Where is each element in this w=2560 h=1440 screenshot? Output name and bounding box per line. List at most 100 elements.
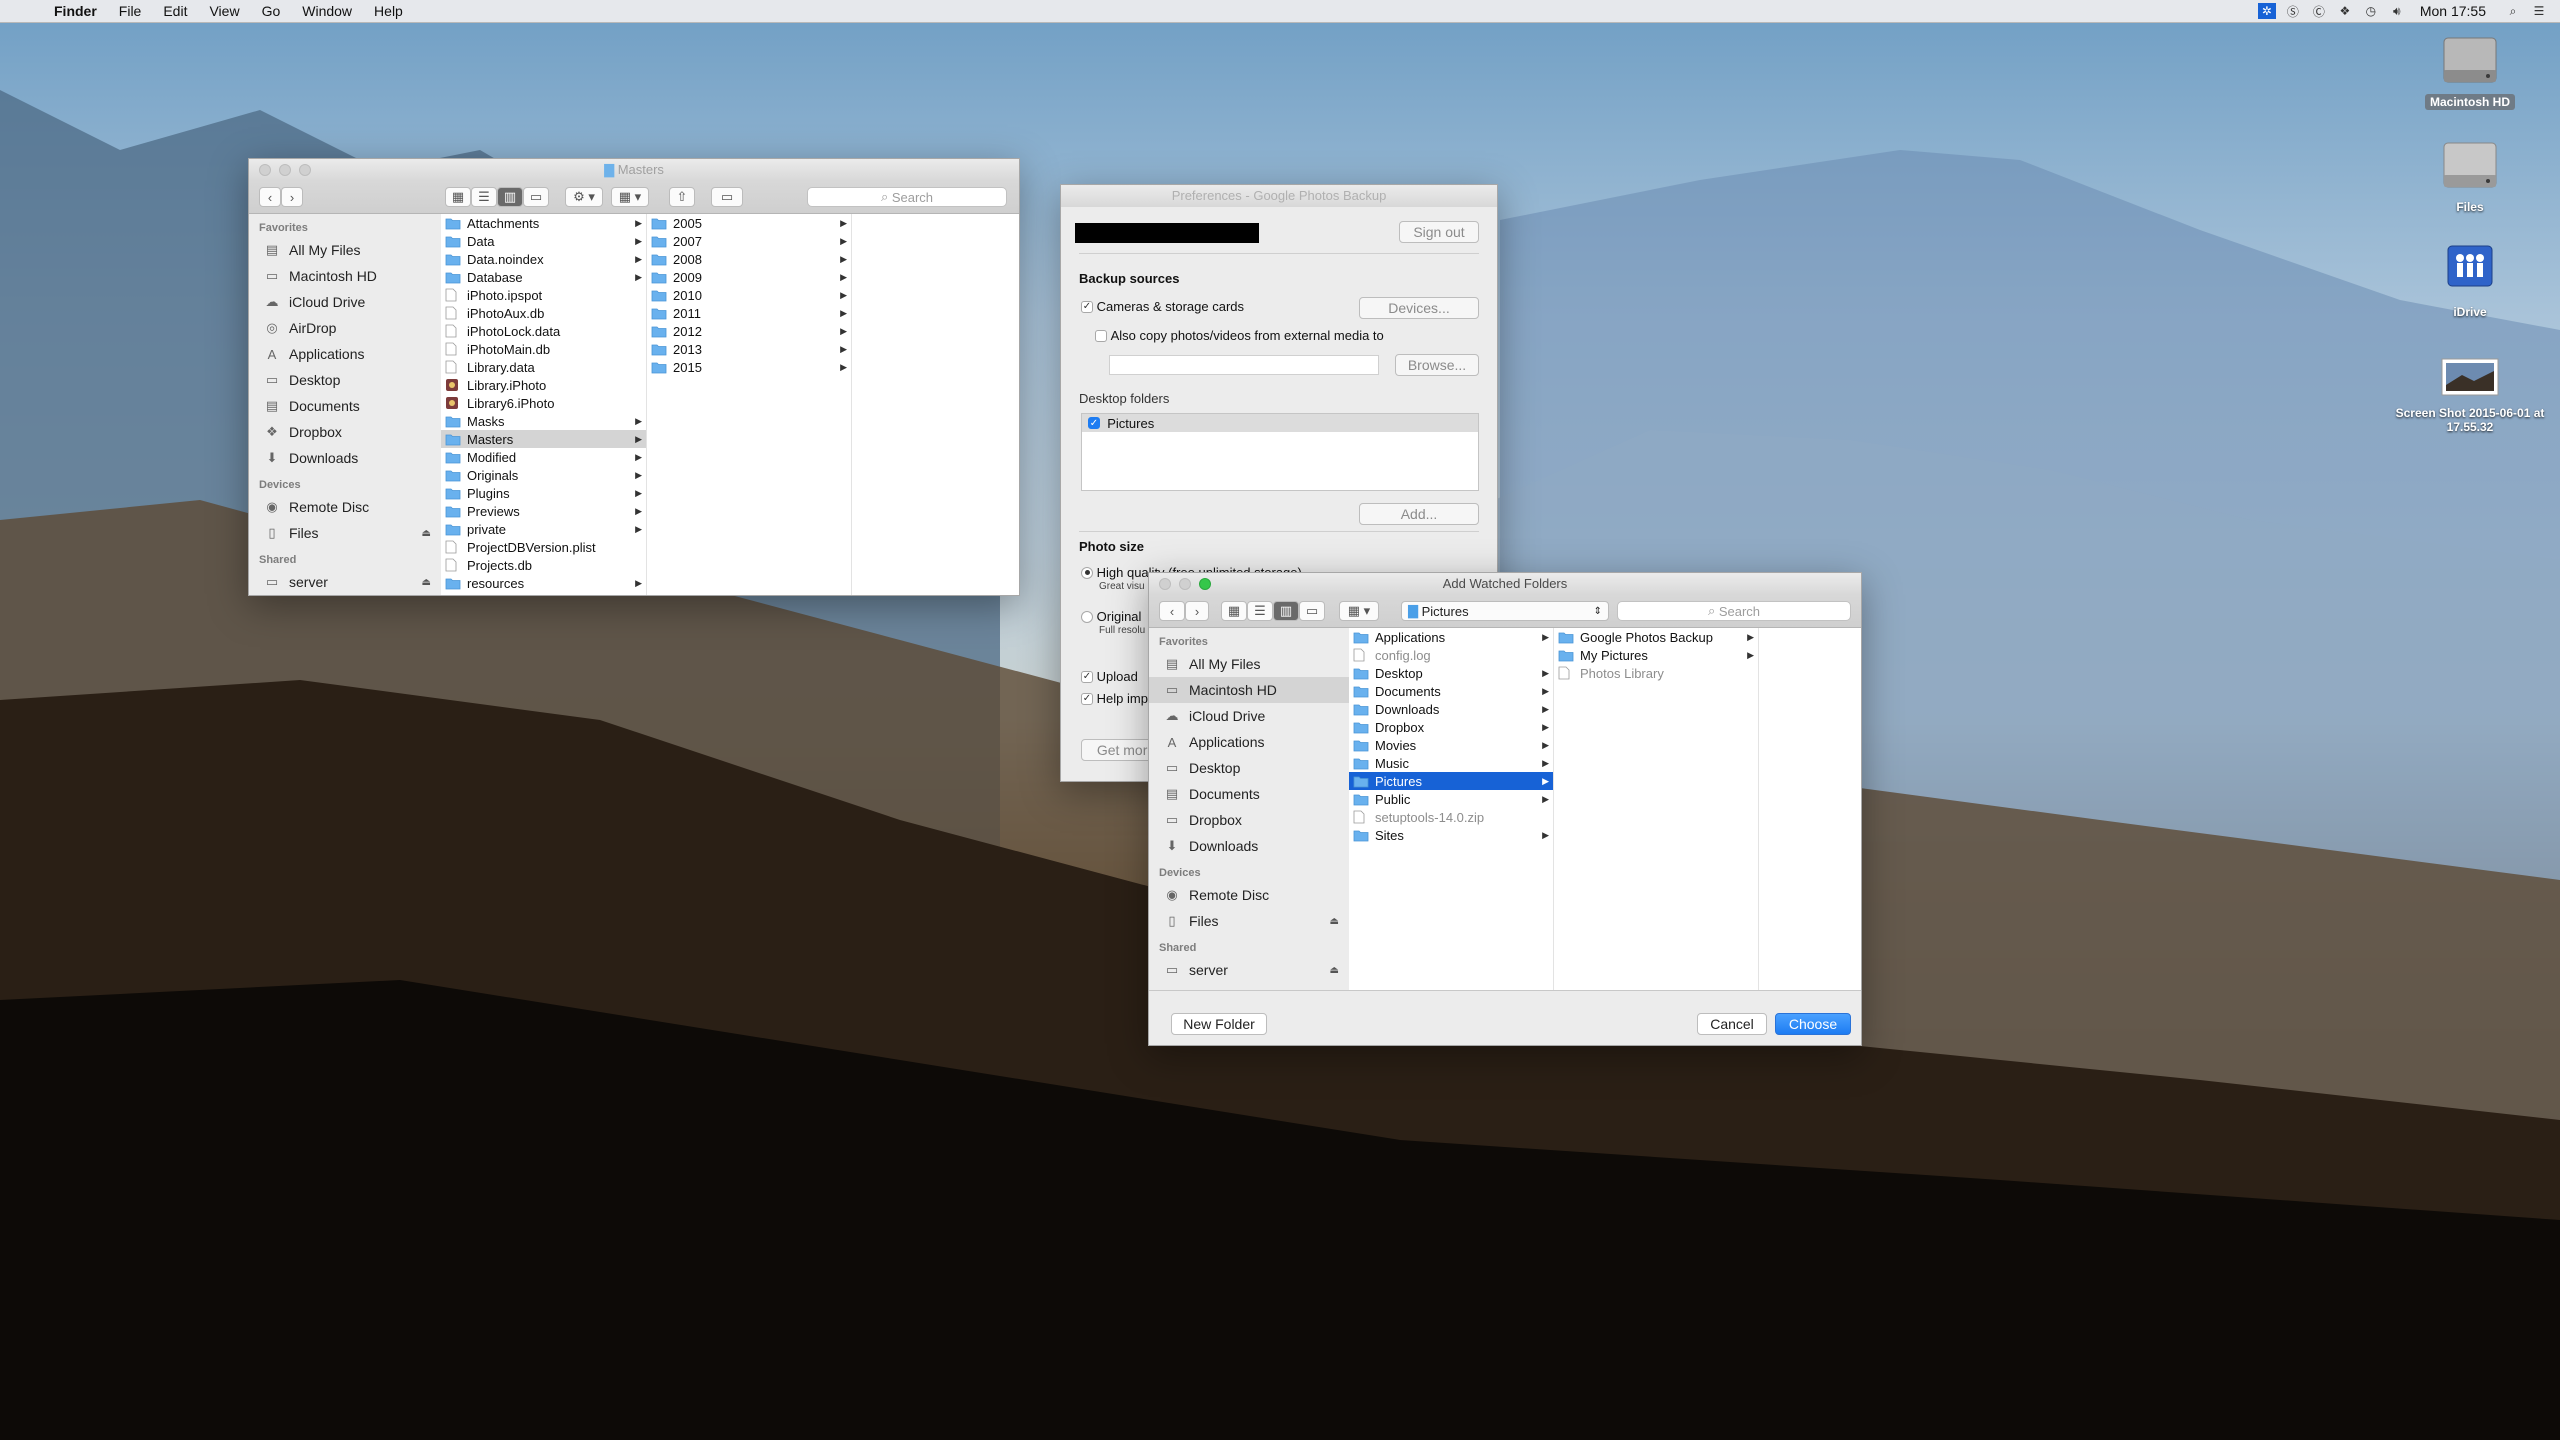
cameras-checkbox[interactable]: ✓	[1081, 300, 1093, 313]
new-folder-button[interactable]: New Folder	[1171, 1013, 1267, 1035]
folder-row[interactable]: resources ▶	[441, 574, 646, 592]
folder-row[interactable]: Plugins ▶	[441, 484, 646, 502]
forward-button[interactable]: ›	[281, 187, 303, 207]
folder-row[interactable]: Masks ▶	[441, 412, 646, 430]
back-button[interactable]: ‹	[1159, 601, 1185, 621]
zoom-button[interactable]	[1199, 578, 1211, 590]
location-popup[interactable]: ▇ Pictures ⇕	[1401, 601, 1609, 621]
file-row[interactable]: setuptools-14.0.zip	[1349, 808, 1553, 826]
desktop-icon-macintosh-hd[interactable]: Macintosh HD	[2395, 30, 2545, 110]
tags-button[interactable]: ▭	[711, 187, 743, 207]
desktop-folder-row[interactable]: ✓ Pictures	[1082, 414, 1478, 432]
sidebar-item-files[interactable]: ▯ Files ⏏	[249, 520, 441, 546]
search-input[interactable]: ⌕ Search	[1617, 601, 1851, 621]
minimize-button[interactable]	[1179, 578, 1191, 590]
folder-row[interactable]: Google Photos Backup ▶	[1554, 628, 1758, 646]
file-row[interactable]: Library.data	[441, 358, 646, 376]
devices-button[interactable]: Devices...	[1359, 297, 1479, 319]
sidebar-item-macintosh-hd[interactable]: ▭ Macintosh HD	[1149, 677, 1349, 703]
folder-row[interactable]: Desktop ▶	[1349, 664, 1553, 682]
menu-clock[interactable]: Mon 17:55	[2420, 3, 2486, 19]
folder-row[interactable]: 2005 ▶	[647, 214, 851, 232]
list-view-button[interactable]: ☰	[471, 187, 497, 207]
icon-view-button[interactable]: ▦	[445, 187, 471, 207]
folder-row[interactable]: Masters ▶	[441, 430, 646, 448]
add-folder-button[interactable]: Add...	[1359, 503, 1479, 525]
sidebar-item-remote-disc[interactable]: ◉ Remote Disc	[1149, 882, 1349, 908]
column-view-button[interactable]: ▥	[1273, 601, 1299, 621]
sidebar-item-applications[interactable]: A Applications	[249, 341, 441, 367]
sidebar-item-icloud-drive[interactable]: ☁ iCloud Drive	[249, 289, 441, 315]
cover-flow-button[interactable]: ▭	[523, 187, 549, 207]
folder-row[interactable]: 2009 ▶	[647, 268, 851, 286]
help-improve-option[interactable]: ✓ Help imp	[1081, 691, 1148, 706]
menu-go[interactable]: Go	[262, 3, 281, 19]
arrange-button[interactable]: ▦ ▾	[1339, 601, 1379, 621]
menu-edit[interactable]: Edit	[163, 3, 187, 19]
back-button[interactable]: ‹	[259, 187, 281, 207]
sidebar-item-downloads[interactable]: ⬇ Downloads	[249, 445, 441, 471]
menu-file[interactable]: File	[119, 3, 142, 19]
menu-help[interactable]: Help	[374, 3, 403, 19]
volume-icon[interactable]: 🔊︎	[2388, 3, 2406, 19]
folder-row[interactable]: Pictures ▶	[1349, 772, 1553, 790]
file-row[interactable]: iPhoto.ipspot	[441, 286, 646, 304]
folder-row[interactable]: Music ▶	[1349, 754, 1553, 772]
desktop-icon-idrive[interactable]: iDrive	[2395, 240, 2545, 319]
folder-row[interactable]: private ▶	[441, 520, 646, 538]
folder-row[interactable]: Movies ▶	[1349, 736, 1553, 754]
menu-view[interactable]: View	[209, 3, 239, 19]
sidebar-item-dropbox[interactable]: ❖ Dropbox	[249, 419, 441, 445]
zoom-button[interactable]	[299, 164, 311, 176]
arrange-button[interactable]: ▦ ▾	[611, 187, 649, 207]
file-row[interactable]: iPhotoLock.data	[441, 322, 646, 340]
browse-button[interactable]: Browse...	[1395, 354, 1479, 376]
forward-button[interactable]: ›	[1185, 601, 1209, 621]
time-machine-status-icon[interactable]: ◷	[2362, 3, 2380, 19]
folder-row[interactable]: 2010 ▶	[647, 286, 851, 304]
dialog-title-bar[interactable]: Add Watched Folders	[1149, 573, 1861, 595]
eject-icon[interactable]: ⏏	[1330, 965, 1339, 976]
search-input[interactable]: ⌕ Search	[807, 187, 1007, 207]
icon-view-button[interactable]: ▦	[1221, 601, 1247, 621]
sidebar-item-dropbox[interactable]: ▭ Dropbox	[1149, 807, 1349, 833]
folder-row[interactable]: Data.noindex ▶	[441, 250, 646, 268]
file-row[interactable]: ProjectDBVersion.plist	[441, 538, 646, 556]
menu-window[interactable]: Window	[302, 3, 352, 19]
folder-row[interactable]: 2011 ▶	[647, 304, 851, 322]
dropbox-status-icon[interactable]: ❖	[2336, 3, 2354, 19]
cancel-button[interactable]: Cancel	[1697, 1013, 1767, 1035]
column-view-button[interactable]: ▥	[497, 187, 523, 207]
file-row[interactable]: iPhotoAux.db	[441, 304, 646, 322]
folder-row[interactable]: Applications ▶	[1349, 628, 1553, 646]
folder-row[interactable]: Modified ▶	[441, 448, 646, 466]
folder-row[interactable]: Documents ▶	[1349, 682, 1553, 700]
preferences-title-bar[interactable]: Preferences - Google Photos Backup	[1061, 185, 1497, 207]
menu-finder[interactable]: Finder	[54, 3, 97, 19]
sidebar-item-all-my-files[interactable]: ▤ All My Files	[249, 237, 441, 263]
sidebar-item-files[interactable]: ▯ Files ⏏	[1149, 908, 1349, 934]
high-quality-radio[interactable]	[1081, 566, 1093, 579]
sidebar-item-documents[interactable]: ▤ Documents	[1149, 781, 1349, 807]
folder-row[interactable]: Previews ▶	[441, 502, 646, 520]
sidebar-item-remote-disc[interactable]: ◉ Remote Disc	[249, 494, 441, 520]
folder-row[interactable]: 2008 ▶	[647, 250, 851, 268]
folder-row[interactable]: 2012 ▶	[647, 322, 851, 340]
file-row[interactable]: Photos Library	[1554, 664, 1758, 682]
sidebar-item-icloud-drive[interactable]: ☁ iCloud Drive	[1149, 703, 1349, 729]
skype-status-icon[interactable]: Ⓢ	[2284, 3, 2302, 19]
sidebar-item-documents[interactable]: ▤ Documents	[249, 393, 441, 419]
close-button[interactable]	[1159, 578, 1171, 590]
eject-icon[interactable]: ⏏	[422, 577, 431, 588]
copy-status-icon[interactable]: Ⓒ	[2310, 3, 2328, 19]
folder-row[interactable]: Dropbox ▶	[1349, 718, 1553, 736]
file-row[interactable]: Projects.db	[441, 556, 646, 574]
desktop-icon-screenshot[interactable]: Screen Shot 2015-06-01 at 17.55.32	[2395, 355, 2545, 434]
file-row[interactable]: config.log	[1349, 646, 1553, 664]
sidebar-item-desktop[interactable]: ▭ Desktop	[249, 367, 441, 393]
notification-center-icon[interactable]: ☰	[2530, 3, 2548, 19]
upload-option[interactable]: ✓ Upload	[1081, 669, 1138, 684]
folder-row[interactable]: Originals ▶	[441, 466, 646, 484]
choose-button[interactable]: Choose	[1775, 1013, 1851, 1035]
google-photos-backup-status-icon[interactable]: ✲	[2257, 3, 2276, 19]
